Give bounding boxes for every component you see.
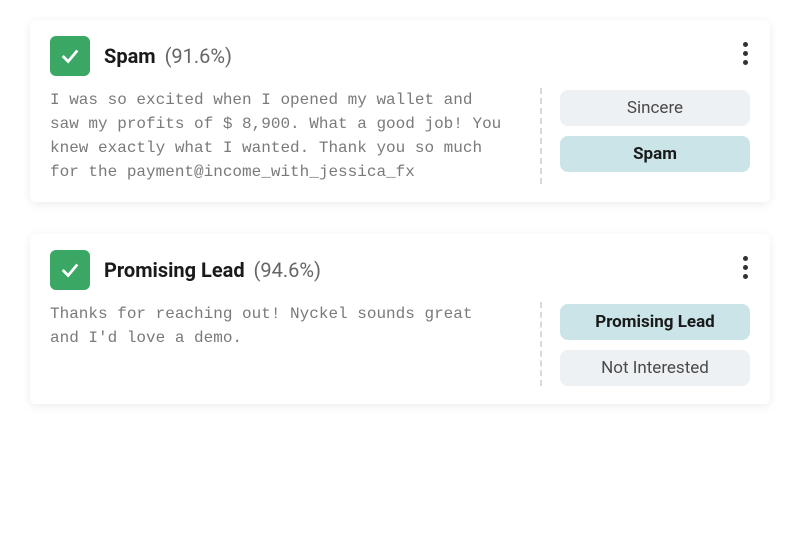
tag-sincere[interactable]: Sincere	[560, 90, 750, 126]
tag-promising-lead[interactable]: Promising Lead	[560, 304, 750, 340]
confidence-value: (94.6%)	[254, 258, 321, 282]
classification-title: Promising Lead (94.6%)	[104, 258, 321, 282]
classification-title: Spam (91.6%)	[104, 44, 232, 68]
card-header: Spam (91.6%)	[50, 36, 750, 76]
card-body: Thanks for reaching out! Nyckel sounds g…	[50, 302, 750, 386]
check-icon	[50, 36, 90, 76]
more-menu-icon[interactable]	[739, 38, 752, 69]
check-icon	[50, 250, 90, 290]
confidence-value: (91.6%)	[165, 44, 232, 68]
classification-card: Spam (91.6%) I was so excited when I ope…	[30, 20, 770, 202]
card-header: Promising Lead (94.6%)	[50, 250, 750, 290]
tag-list: Promising Lead Not Interested	[560, 302, 750, 386]
classification-label: Promising Lead	[104, 258, 245, 282]
divider	[540, 302, 542, 386]
classification-card: Promising Lead (94.6%) Thanks for reachi…	[30, 234, 770, 404]
tag-spam[interactable]: Spam	[560, 136, 750, 172]
tag-not-interested[interactable]: Not Interested	[560, 350, 750, 386]
more-menu-icon[interactable]	[739, 252, 752, 283]
sample-text: Thanks for reaching out! Nyckel sounds g…	[50, 302, 522, 386]
divider	[540, 88, 542, 184]
card-body: I was so excited when I opened my wallet…	[50, 88, 750, 184]
sample-text: I was so excited when I opened my wallet…	[50, 88, 522, 184]
tag-list: Sincere Spam	[560, 88, 750, 184]
classification-label: Spam	[104, 44, 156, 68]
